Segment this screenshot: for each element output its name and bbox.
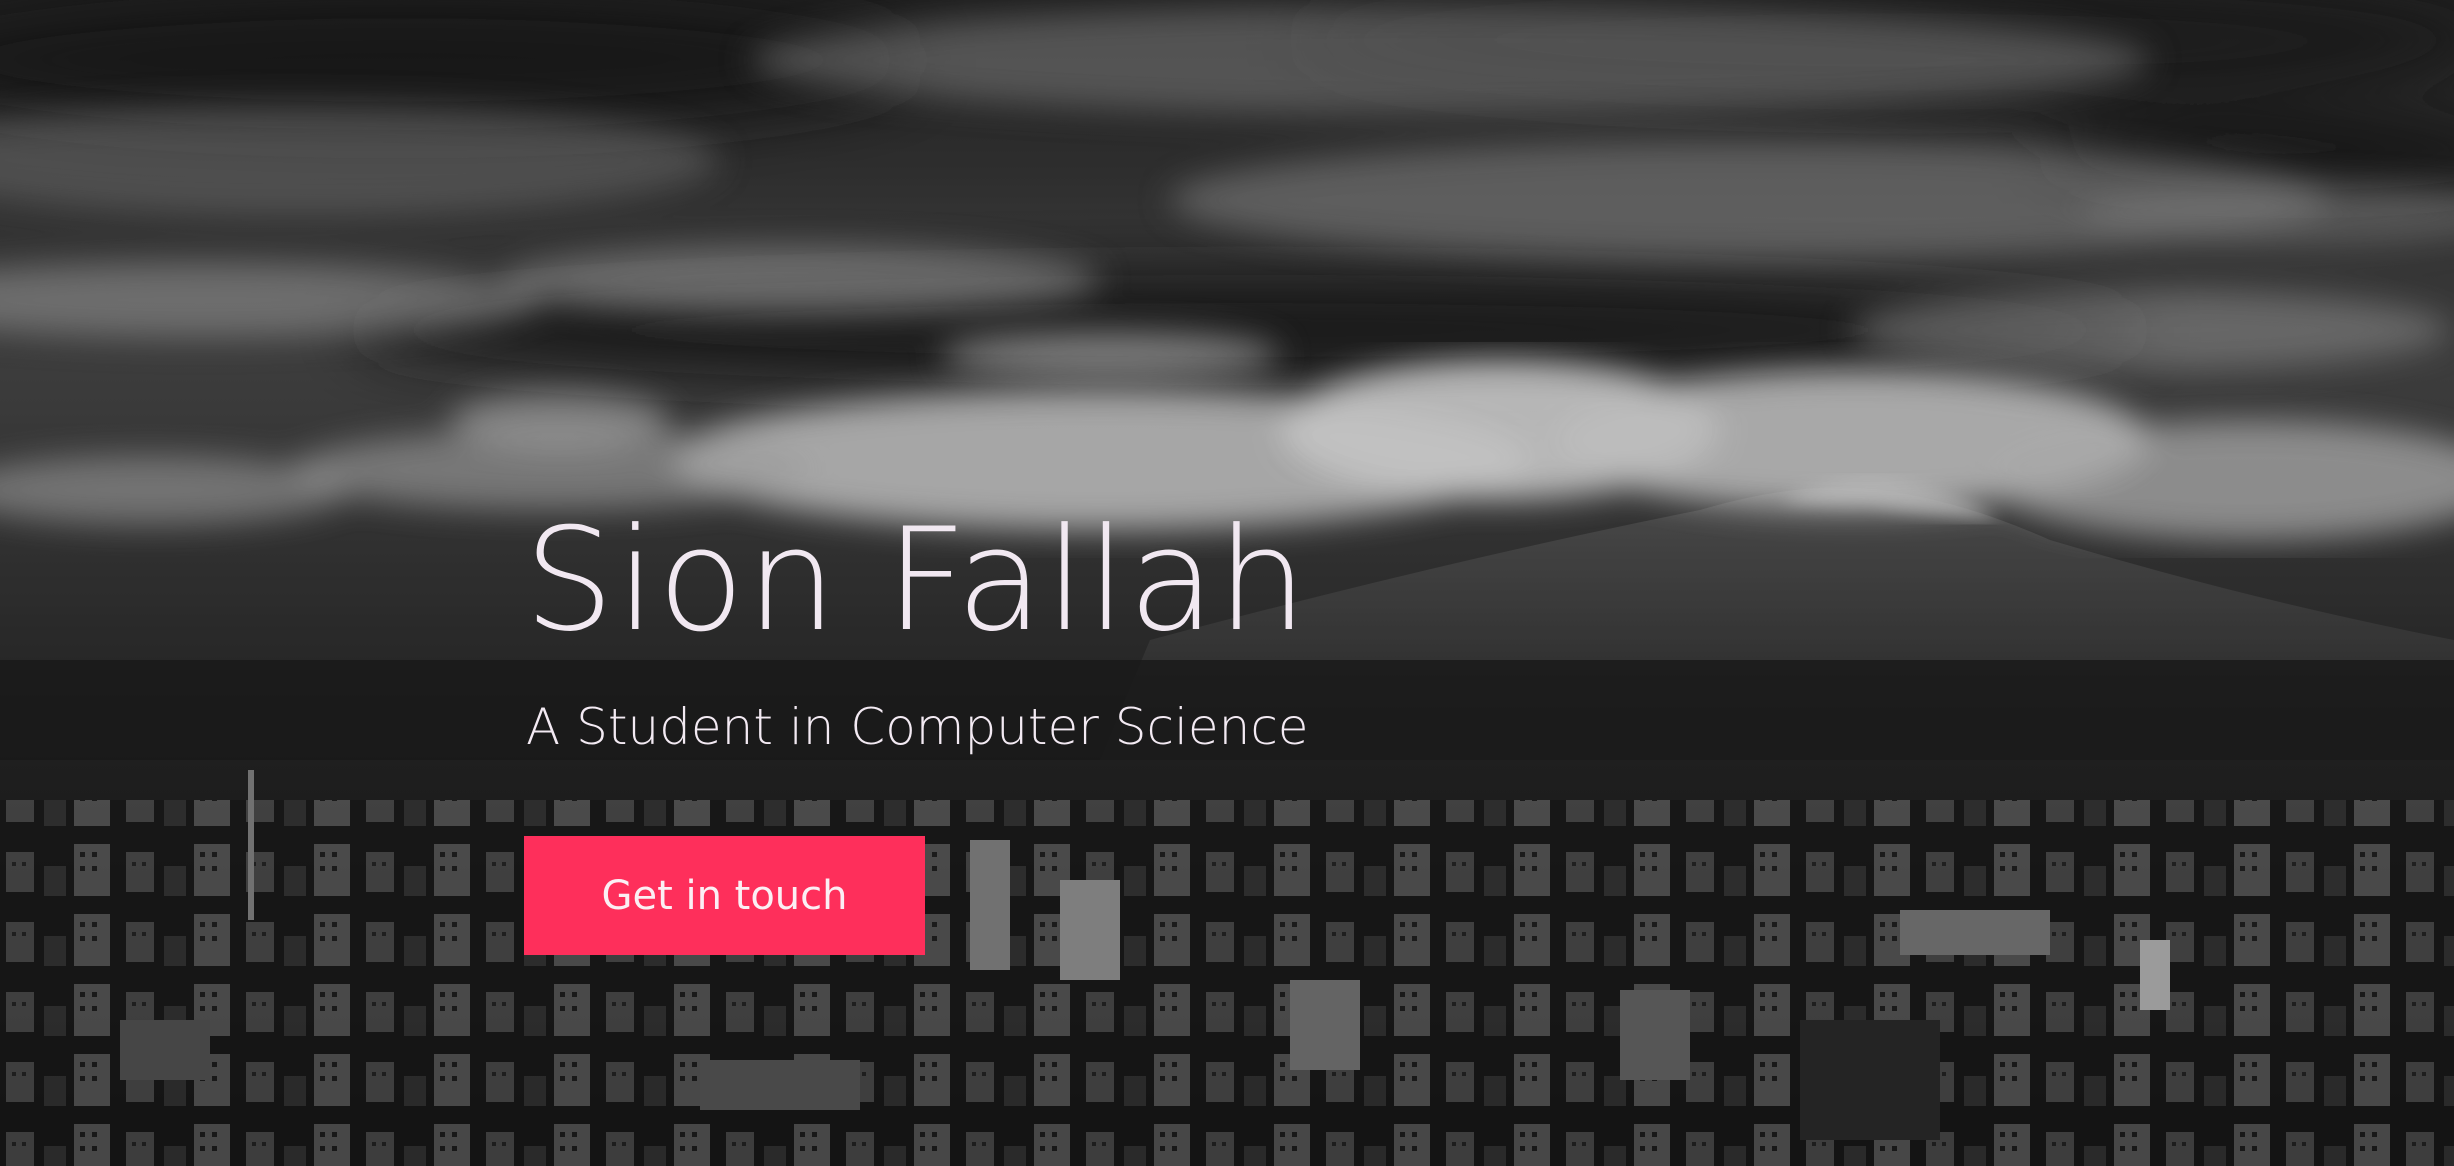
hero-title: Sion Fallah xyxy=(524,498,1310,663)
hero-subtitle: A Student in Computer Science xyxy=(526,698,1309,756)
hero-content: Sion Fallah A Student in Computer Scienc… xyxy=(524,510,1309,955)
get-in-touch-button[interactable]: Get in touch xyxy=(524,836,925,955)
hero-section: Sion Fallah A Student in Computer Scienc… xyxy=(0,0,2454,1166)
